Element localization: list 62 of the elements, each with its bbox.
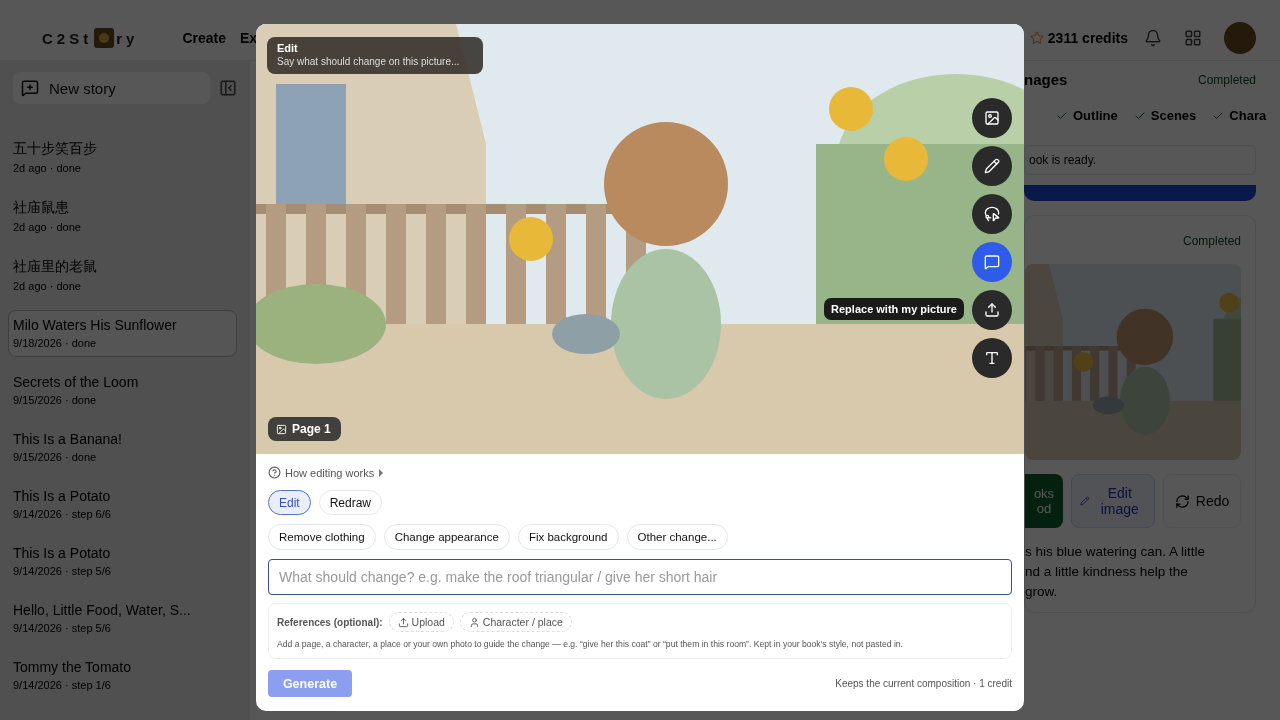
- story-title: Milo Waters His Sunflower: [13, 317, 178, 333]
- change-input[interactable]: What should change? e.g. make the roof triangular / give her short hair: [268, 559, 1012, 595]
- story-title: Secrets of the Loom: [13, 374, 140, 390]
- story-meta: 2d ago · done: [13, 280, 82, 292]
- upload-button[interactable]: Upload: [388, 612, 454, 632]
- approve-button[interactable]: oks od: [1025, 474, 1063, 528]
- story-title: Hello, Little Food, Water, S...: [13, 602, 192, 618]
- story-item[interactable]: 社庙里的老鼠 2d ago · done: [8, 251, 237, 300]
- section-heading: nages: [1024, 71, 1068, 88]
- suggestion-chip[interactable]: Other change...: [626, 524, 728, 550]
- story-title: 社庙里的老鼠: [13, 258, 98, 276]
- step-label: Outline: [1056, 108, 1118, 123]
- story-item[interactable]: This Is a Banana! 9/15/2026 · done: [8, 424, 237, 471]
- credits-count: 2311 credits: [1047, 30, 1128, 46]
- caption-text: grow.: [1025, 583, 1059, 601]
- status-label: Completed: [1197, 72, 1256, 87]
- edit-image-button[interactable]: Edit image: [1071, 474, 1155, 528]
- story-meta: 9/18/2026 · done: [13, 337, 98, 349]
- mode-tab[interactable]: Edit: [268, 490, 311, 515]
- story-title: This Is a Potato: [13, 545, 112, 561]
- story-item[interactable]: This Is a Potato 9/14/2026 · step 6/6: [8, 481, 237, 528]
- story-meta: 2d ago · done: [13, 162, 82, 174]
- references-label: References (optional):: [277, 616, 383, 628]
- story-title: This Is a Banana!: [13, 431, 123, 447]
- suggestion-chip[interactable]: Change appearance: [383, 524, 510, 550]
- story-meta: 9/15/2026 · done: [13, 394, 98, 406]
- mode-tab[interactable]: Redraw: [318, 490, 383, 515]
- story-meta: 9/14/2026 · step 5/6: [13, 622, 112, 634]
- logo-text: ry: [116, 29, 139, 47]
- suggestion-chip[interactable]: Remove clothing: [268, 524, 376, 550]
- story-meta: 9/14/2026 · step 5/6: [13, 565, 112, 577]
- logo-text: C2St: [42, 29, 93, 47]
- new-story-button[interactable]: New story: [12, 71, 211, 105]
- status-label: Completed: [1182, 234, 1241, 248]
- caption-text: s his blue watering can. A little: [1025, 543, 1207, 561]
- suggestion-chip[interactable]: Fix background: [517, 524, 619, 550]
- story-item[interactable]: This Is a Potato 9/14/2026 · step 5/6: [8, 538, 237, 585]
- character-place-button[interactable]: Character / place: [459, 612, 572, 632]
- story-item[interactable]: 五十步笑百步 2d ago · done: [8, 133, 237, 182]
- story-item[interactable]: Hello, Little Food, Water, S... 9/14/2026 · step 5/6: [8, 595, 237, 642]
- story-meta: 2d ago · done: [13, 221, 82, 233]
- story-title: 五十步笑百步: [13, 140, 98, 158]
- story-meta: 9/14/2026 · step 1/6: [13, 679, 112, 691]
- story-item[interactable]: Secrets of the Loom 9/15/2026 · done: [8, 367, 237, 414]
- step-label: Chara: [1212, 108, 1267, 123]
- story-item[interactable]: Tommy the Tomato 9/14/2026 · step 1/6: [8, 652, 237, 699]
- references-help: Add a page, a character, a place or your own photo to guide the change — e.g. “give her this coat” or “put them in this room”. Kept in your book's style, not pasted in.: [277, 639, 904, 649]
- help-link[interactable]: How editing works: [268, 466, 1012, 479]
- story-item[interactable]: 社庙鼠患 2d ago · done: [8, 192, 237, 241]
- caption-text: nd a little kindness help the: [1025, 563, 1189, 581]
- redo-button[interactable]: Redo: [1163, 474, 1241, 528]
- story-meta: 9/14/2026 · step 6/6: [13, 508, 112, 520]
- nav-link[interactable]: Create: [182, 30, 226, 46]
- cost-note: Keeps the current composition · 1 credit: [835, 678, 1012, 689]
- story-title: This Is a Potato: [13, 488, 112, 504]
- story-item[interactable]: Milo Waters His Sunflower 9/18/2026 · done: [8, 310, 237, 357]
- nav-link[interactable]: Ex: [239, 30, 258, 46]
- story-title: 社庙鼠患: [13, 199, 70, 217]
- story-title: Tommy the Tomato: [13, 659, 132, 675]
- story-meta: 9/15/2026 · done: [13, 451, 98, 463]
- step-label: Scenes: [1133, 108, 1197, 123]
- notice-text: ook is ready.: [1024, 145, 1256, 175]
